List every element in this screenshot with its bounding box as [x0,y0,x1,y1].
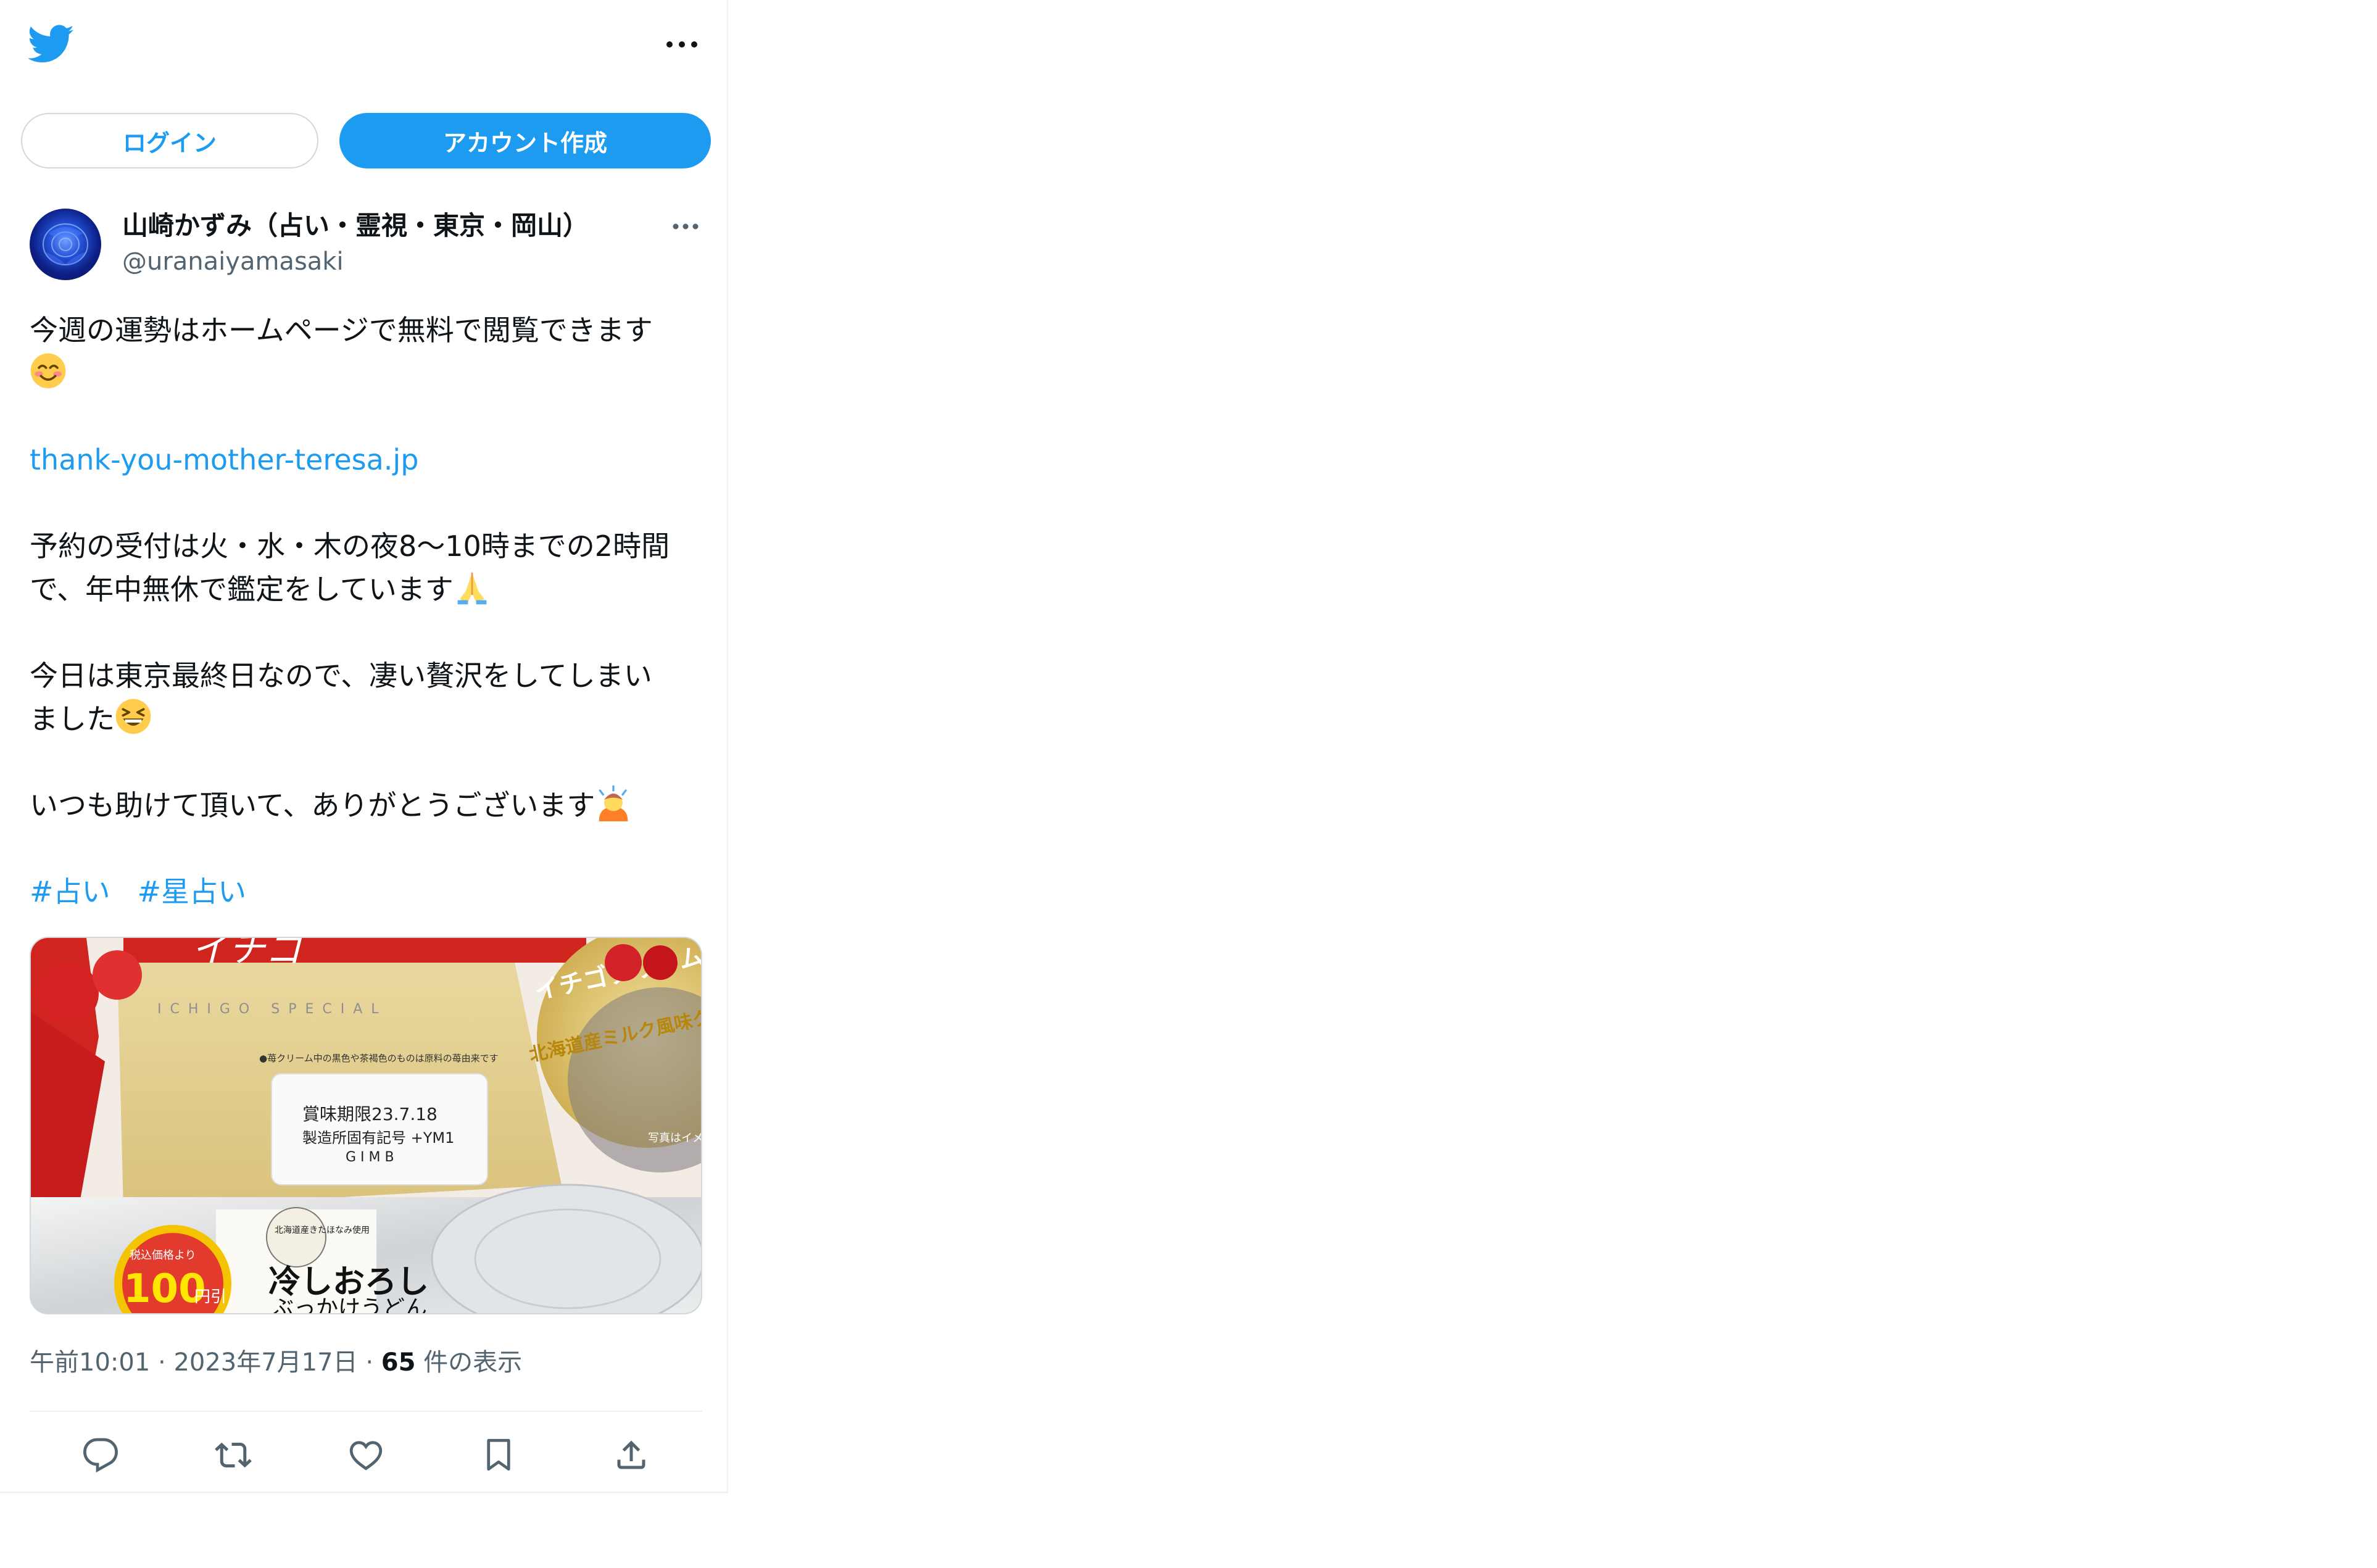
avatar[interactable] [30,209,101,280]
tweet-text-line: ました [30,697,708,740]
smiling-face-emoji-icon [30,353,66,389]
tweet-time[interactable]: 午前10:01 [30,1348,150,1377]
twitter-bird-icon[interactable] [28,25,75,64]
folded-hands-emoji-icon [457,572,487,605]
svg-text:冷しおろし: 冷しおろし [268,1263,429,1301]
tweet-photo[interactable]: イチゴ ICHIGO SPECIAL ●苺クリーム中の黒色や茶褐色のものは原料の… [30,937,702,1314]
meta-separator: · [158,1348,174,1377]
tweet-link[interactable]: thank-you-mother-teresa.jp [30,443,418,476]
meta-separator: · [365,1348,381,1377]
svg-text:G I M B: G I M B [346,1150,394,1165]
tweet-more-icon[interactable] [668,216,703,237]
svg-text:製造所固有記号 +YM1: 製造所固有記号 +YM1 [302,1129,454,1147]
views-label: 件の表示 [423,1348,523,1377]
tweet-text-line: 今週の運勢はホームページで無料で閲覧できます [30,313,653,347]
svg-text:北海道産きたほなみ使用: 北海道産きたほなみ使用 [275,1225,370,1235]
hashtag-link[interactable]: #星占い [138,875,247,908]
divider [30,1411,702,1412]
svg-text:100: 100 [123,1266,206,1312]
views-count: 65 [381,1348,416,1377]
tweet-date[interactable]: 2023年7月17日 [173,1348,357,1377]
svg-text:写真はイメ: 写真はイメ [648,1132,702,1145]
svg-text:賞味期限23.7.18: 賞味期限23.7.18 [302,1104,438,1124]
tweet-text-line: いつも助けて頂いて、ありがとうございます [30,784,708,827]
reply-icon [83,1438,118,1473]
author-handle[interactable]: @uranaiyamasaki [122,246,344,278]
blue-rose-avatar [43,223,89,265]
photo-content: イチゴ ICHIGO SPECIAL ●苺クリーム中の黒色や茶褐色のものは原料の… [31,938,702,1314]
bookmark-icon [487,1438,510,1471]
more-horizontal-icon[interactable] [660,32,703,57]
create-account-button[interactable]: アカウント作成 [339,113,711,168]
tweet-embed: ログイン アカウント作成 山崎かずみ（占い・霊視・東京・岡山） @uranaiy… [0,0,728,1493]
retweet-icon [215,1442,252,1468]
hashtag-link[interactable]: #占い [30,875,110,908]
like-button[interactable] [341,1430,391,1480]
bookmark-button[interactable] [474,1430,523,1480]
share-button[interactable] [607,1430,656,1480]
tweet-actions [30,1430,702,1480]
tweet-text-line [30,352,708,395]
svg-text:ぶっかけうどん: ぶっかけうどん [272,1296,427,1314]
tweet-text-line: 予約の受付は火・水・木の夜8～10時までの2時間 [30,529,670,563]
like-icon [349,1441,383,1471]
tweet-text-line: 今日は東京最終日なので、凄い贅沢をしてしまい [30,659,652,692]
svg-text:イチゴ: イチゴ [191,938,307,971]
retweet-button[interactable] [209,1430,258,1480]
svg-text:ICHIGO SPECIAL: ICHIGO SPECIAL [157,1002,388,1017]
person-bowing-emoji-icon [599,785,628,821]
tweet-text-line: で、年中無休で鑑定をしています [30,568,708,611]
tweet-meta: 午前10:01 · 2023年7月17日 · 65 件の表示 [30,1345,522,1380]
share-icon [617,1440,645,1469]
svg-text:円引: 円引 [194,1288,226,1306]
grinning-squinting-face-emoji-icon [115,699,151,734]
svg-text:●苺クリーム中の黒色や茶褐色のものは原料の苺由来です: ●苺クリーム中の黒色や茶褐色のものは原料の苺由来です [259,1053,499,1064]
svg-text:税込価格より: 税込価格より [130,1249,196,1262]
tweet-text: 今週の運勢はホームページで無料で閲覧できます thank-you-mother-… [30,309,708,913]
author-display-name[interactable]: 山崎かずみ（占い・霊視・東京・岡山） [122,209,589,243]
login-button[interactable]: ログイン [21,113,318,168]
reply-button[interactable] [76,1430,125,1480]
